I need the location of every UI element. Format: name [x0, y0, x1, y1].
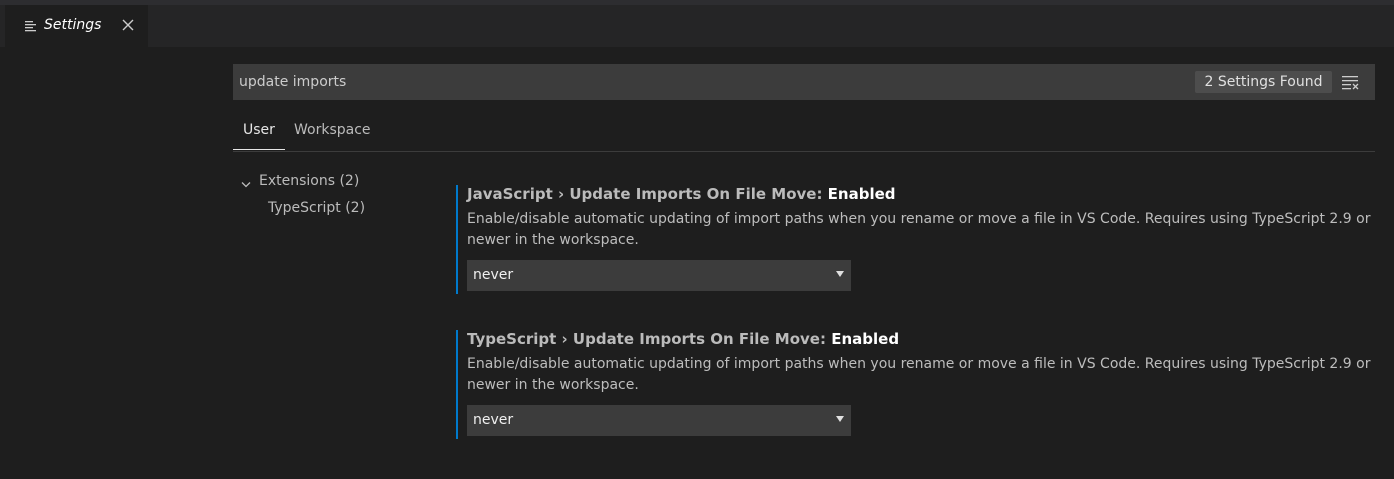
setting-name: Enabled	[831, 330, 900, 348]
settings-scope-tabs: User Workspace	[233, 116, 1375, 152]
search-input[interactable]	[233, 64, 1183, 100]
setting-name: Enabled	[827, 185, 896, 203]
setting-category: TypeScript › Update Imports On File Move…	[467, 330, 832, 348]
settings-lines-icon	[25, 21, 36, 32]
setting-javascript-update-imports: JavaScript › Update Imports On File Move…	[456, 185, 1376, 294]
dropdown-arrow-icon	[836, 416, 844, 422]
setting-typescript-update-imports: TypeScript › Update Imports On File Move…	[456, 330, 1376, 439]
tab-title: Settings	[44, 17, 102, 33]
dropdown-arrow-icon	[836, 271, 844, 277]
tab-workspace[interactable]: Workspace	[294, 122, 371, 138]
tab-user[interactable]: User	[243, 122, 275, 138]
setting-title: JavaScript › Update Imports On File Move…	[467, 185, 896, 203]
chevron-down-icon	[241, 182, 251, 188]
select-value: never	[473, 412, 514, 428]
settings-tab[interactable]: Settings	[5, 5, 148, 47]
results-count-badge: 2 Settings Found	[1195, 71, 1332, 93]
select-value: never	[473, 267, 514, 283]
clear-filter-icon[interactable]	[1341, 74, 1359, 90]
toc-item-typescript[interactable]: TypeScript (2)	[268, 200, 365, 216]
setting-title: TypeScript › Update Imports On File Move…	[467, 330, 899, 348]
setting-value-select[interactable]: never	[467, 405, 851, 436]
toc-item-label: Extensions (2)	[259, 173, 360, 189]
setting-description: Enable/disable automatic updating of imp…	[467, 356, 1371, 393]
active-tab-indicator	[233, 149, 285, 150]
close-icon[interactable]	[120, 17, 136, 33]
settings-search-box: 2 Settings Found	[233, 64, 1375, 100]
setting-focus-border	[456, 185, 458, 294]
setting-description: Enable/disable automatic updating of imp…	[467, 211, 1371, 248]
setting-focus-border	[456, 330, 458, 439]
editor-tab-strip: Settings	[0, 5, 1394, 47]
setting-value-select[interactable]: never	[467, 260, 851, 291]
setting-category: JavaScript › Update Imports On File Move…	[467, 185, 828, 203]
